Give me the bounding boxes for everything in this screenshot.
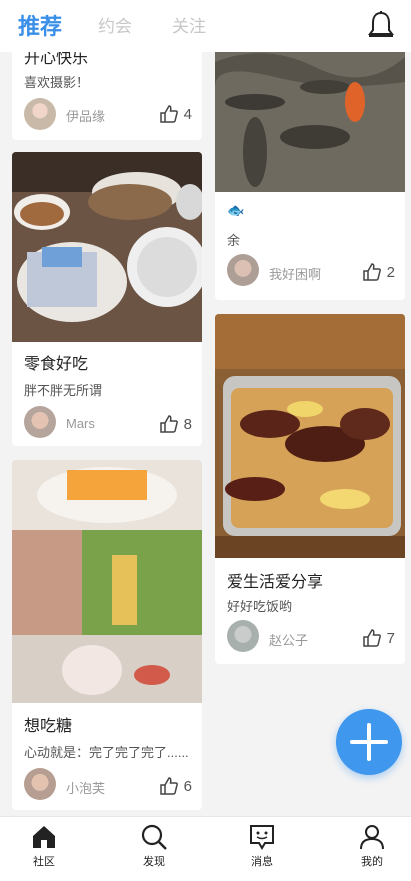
avatar[interactable] — [24, 406, 56, 438]
post-title: 开心快乐 — [24, 52, 89, 67]
author-name[interactable]: 赵公子 — [269, 630, 308, 649]
like-count: 4 — [183, 105, 192, 123]
nav-community[interactable]: 社区 — [14, 823, 74, 869]
author-name[interactable]: 小泡芙 — [66, 778, 105, 797]
post-image — [12, 460, 202, 703]
post-desc: 余 — [227, 233, 241, 248]
tab-dating[interactable]: 约会 — [98, 12, 132, 37]
post-card[interactable]: 想吃糖 心动就是：完了完了完了...... 小泡芙 6 — [12, 460, 202, 810]
post-card[interactable]: 🐟 余 我好困啊 2 — [215, 52, 405, 300]
avatar[interactable] — [24, 98, 56, 130]
like-button[interactable]: 8 — [159, 414, 192, 434]
like-button[interactable]: 4 — [159, 104, 192, 124]
profile-icon — [360, 825, 384, 850]
tab-recommend[interactable]: 推荐 — [18, 9, 62, 41]
post-image — [215, 314, 405, 558]
post-image — [12, 152, 202, 342]
thumbs-up-icon — [159, 415, 178, 433]
author-name[interactable]: 伊品缘 — [66, 106, 105, 125]
add-post-button[interactable] — [336, 709, 402, 775]
search-icon — [141, 824, 167, 850]
message-icon — [250, 825, 274, 850]
thumbs-up-icon — [159, 777, 178, 795]
like-count: 2 — [386, 263, 395, 281]
like-count: 8 — [183, 415, 192, 433]
thumbs-up-icon — [362, 263, 381, 281]
post-desc: 胖不胖无所谓 — [24, 383, 103, 398]
post-card[interactable]: 爱生活爱分享 好好吃饭哟 赵公子 7 — [215, 314, 405, 664]
avatar[interactable] — [227, 254, 259, 286]
tab-following[interactable]: 关注 — [172, 12, 206, 37]
nav-label: 我的 — [361, 856, 383, 868]
like-button[interactable]: 7 — [362, 628, 395, 648]
nav-discover[interactable]: 发现 — [124, 823, 184, 869]
top-bar: 推荐 约会 关注 — [0, 0, 411, 52]
like-button[interactable]: 6 — [159, 776, 192, 796]
nav-label: 消息 — [251, 856, 273, 868]
post-card[interactable]: 零食好吃 胖不胖无所谓 Mars 8 — [12, 152, 202, 446]
like-count: 6 — [183, 777, 192, 795]
post-card[interactable]: 开心快乐 喜欢摄影！ 伊品缘 4 — [12, 52, 202, 140]
author-name[interactable]: Mars — [66, 416, 95, 431]
post-image — [215, 52, 405, 192]
post-desc: 好好吃饭哟 — [227, 599, 293, 614]
bottom-nav: 社区 发现 消息 我的 — [0, 816, 411, 881]
post-desc: 喜欢摄影！ — [24, 75, 90, 90]
nav-profile[interactable]: 我的 — [342, 823, 402, 869]
nav-messages[interactable]: 消息 — [232, 823, 292, 869]
thumbs-up-icon — [159, 105, 178, 123]
post-title: 零食好吃 — [24, 356, 89, 373]
feed[interactable]: 开心快乐 喜欢摄影！ 伊品缘 4 零食好吃 胖不胖无所谓 Mars 8 想吃糖 … — [0, 52, 411, 816]
avatar[interactable] — [227, 620, 259, 652]
post-title: 🐟 — [227, 202, 245, 218]
post-title: 想吃糖 — [24, 718, 73, 735]
like-count: 7 — [386, 629, 395, 647]
home-icon — [33, 826, 55, 848]
post-title: 爱生活爱分享 — [227, 574, 324, 591]
bell-icon[interactable] — [367, 10, 395, 40]
avatar[interactable] — [24, 768, 56, 800]
author-name[interactable]: 我好困啊 — [269, 264, 321, 283]
thumbs-up-icon — [362, 629, 381, 647]
nav-label: 社区 — [33, 856, 55, 868]
nav-label: 发现 — [143, 856, 165, 868]
like-button[interactable]: 2 — [362, 262, 395, 282]
post-desc: 心动就是：完了完了完了...... — [24, 745, 189, 760]
